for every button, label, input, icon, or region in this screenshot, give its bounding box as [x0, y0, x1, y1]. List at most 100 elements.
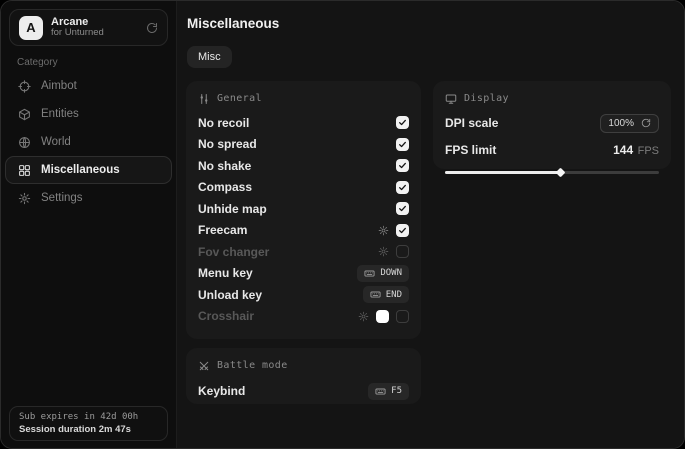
no-recoil-checkbox[interactable] [396, 116, 409, 129]
crosshair-color-swatch[interactable] [376, 310, 389, 323]
freecam-checkbox[interactable] [396, 224, 409, 237]
gear-icon[interactable] [378, 246, 389, 257]
monitor-icon [445, 93, 457, 105]
brand-text: Arcane for Unturned [51, 16, 104, 40]
unhide-map-checkbox[interactable] [396, 202, 409, 215]
menu-key-row: Menu key DOWN [198, 263, 409, 285]
crosshair-row: Crosshair [198, 306, 409, 328]
battle-mode-panel-header: Battle mode [198, 358, 409, 373]
menu-key-keybind-button[interactable]: DOWN [357, 265, 409, 282]
battle-mode-panel-title: Battle mode [217, 360, 288, 371]
tab-misc[interactable]: Misc [187, 46, 232, 68]
gear-icon [18, 192, 31, 205]
dpi-scale-row: DPI scale 100% [445, 113, 659, 133]
row-controls [378, 245, 409, 258]
app-logo: A [19, 16, 43, 40]
general-panel: General No recoil No spread No shake Compas… [186, 81, 421, 339]
sidebar-item-world[interactable]: World [5, 128, 172, 156]
unhide-map-row: Unhide map [198, 198, 409, 220]
entities-icon [18, 108, 31, 121]
subscription-card: Sub expires in 42d 00h Session duration … [9, 406, 168, 441]
app-subtitle: for Unturned [51, 28, 104, 39]
row-controls [396, 116, 409, 129]
sidebar-nav: Aimbot Entities World Miscellaneous Settings [5, 72, 172, 212]
compass-row: Compass [198, 177, 409, 199]
dpi-reset-icon[interactable] [641, 118, 651, 128]
row-label: No recoil [198, 116, 249, 130]
display-panel-title: Display [464, 93, 509, 104]
fps-limit-label: FPS limit [445, 143, 496, 157]
row-label: Unload key [198, 288, 262, 302]
keyboard-icon [364, 268, 375, 279]
no-shake-checkbox[interactable] [396, 159, 409, 172]
no-recoil-row: No recoil [198, 112, 409, 134]
grid-icon [18, 164, 31, 177]
sliders-icon [198, 93, 210, 105]
row-label: Freecam [198, 223, 247, 237]
sidebar-item-label: Miscellaneous [41, 164, 120, 176]
general-rows: No recoil No spread No shake Compass Unhide … [198, 112, 409, 327]
unload-key-keybind-button[interactable]: END [363, 286, 409, 303]
row-label: Keybind [198, 384, 245, 398]
row-label: Menu key [198, 266, 253, 280]
general-panel-title: General [217, 93, 262, 104]
row-controls [396, 159, 409, 172]
row-controls: F5 [368, 383, 409, 400]
keybind-row: Keybind F5 [198, 379, 409, 403]
row-controls [396, 181, 409, 194]
keybind-value: DOWN [380, 268, 402, 278]
row-label: Compass [198, 180, 252, 194]
sidebar-item-miscellaneous[interactable]: Miscellaneous [5, 156, 172, 184]
swords-icon [198, 360, 210, 372]
globe-icon [18, 136, 31, 149]
freecam-row: Freecam [198, 220, 409, 242]
fps-limit-row: FPS limit 144 FPS [445, 140, 659, 160]
crosshair-checkbox[interactable] [396, 310, 409, 323]
sidebar-item-label: World [41, 136, 71, 148]
row-label: No shake [198, 159, 251, 173]
row-label: No spread [198, 137, 257, 151]
row-controls [358, 310, 409, 323]
fps-limit-slider[interactable] [445, 168, 659, 177]
no-spread-checkbox[interactable] [396, 138, 409, 151]
fov-changer-row: Fov changer [198, 241, 409, 263]
display-panel-header: Display [445, 91, 659, 106]
dpi-scale-label: DPI scale [445, 116, 498, 130]
session-duration-text: Session duration 2m 47s [19, 424, 158, 435]
no-spread-row: No spread [198, 134, 409, 156]
sidebar-item-settings[interactable]: Settings [5, 184, 172, 212]
sidebar-item-entities[interactable]: Entities [5, 100, 172, 128]
row-controls: END [363, 286, 409, 303]
sync-icon[interactable] [146, 22, 158, 34]
crosshair-icon [18, 80, 31, 93]
fov-changer-checkbox[interactable] [396, 245, 409, 258]
row-controls [378, 224, 409, 237]
brand-card: A Arcane for Unturned [9, 9, 168, 46]
no-shake-row: No shake [198, 155, 409, 177]
sidebar-item-label: Settings [41, 192, 83, 204]
keybind-value: F5 [391, 386, 402, 396]
row-label: Fov changer [198, 245, 269, 259]
unload-key-row: Unload key END [198, 284, 409, 306]
sidebar: A Arcane for Unturned Category Aimbot Ent… [1, 1, 177, 448]
compass-checkbox[interactable] [396, 181, 409, 194]
row-label: Unhide map [198, 202, 267, 216]
keybind-keybind-button[interactable]: F5 [368, 383, 409, 400]
slider-thumb[interactable] [556, 168, 566, 178]
slider-fill [445, 171, 561, 174]
battle-mode-rows: Keybind F5 [198, 379, 409, 403]
display-panel: Display DPI scale 100% FPS limit 144 FPS [433, 81, 671, 169]
gear-icon[interactable] [358, 311, 369, 322]
app-window: A Arcane for Unturned Category Aimbot Ent… [0, 0, 685, 449]
row-controls [396, 138, 409, 151]
row-controls: DOWN [357, 265, 409, 282]
battle-mode-panel: Battle mode Keybind F5 [186, 348, 421, 404]
fps-limit-value: 144 FPS [613, 141, 659, 159]
sidebar-item-aimbot[interactable]: Aimbot [5, 72, 172, 100]
sidebar-item-label: Aimbot [41, 80, 77, 92]
keybind-value: END [386, 290, 402, 300]
dpi-scale-control[interactable]: 100% [600, 114, 659, 133]
gear-icon[interactable] [378, 225, 389, 236]
category-label: Category [17, 57, 58, 68]
keyboard-icon [375, 386, 386, 397]
